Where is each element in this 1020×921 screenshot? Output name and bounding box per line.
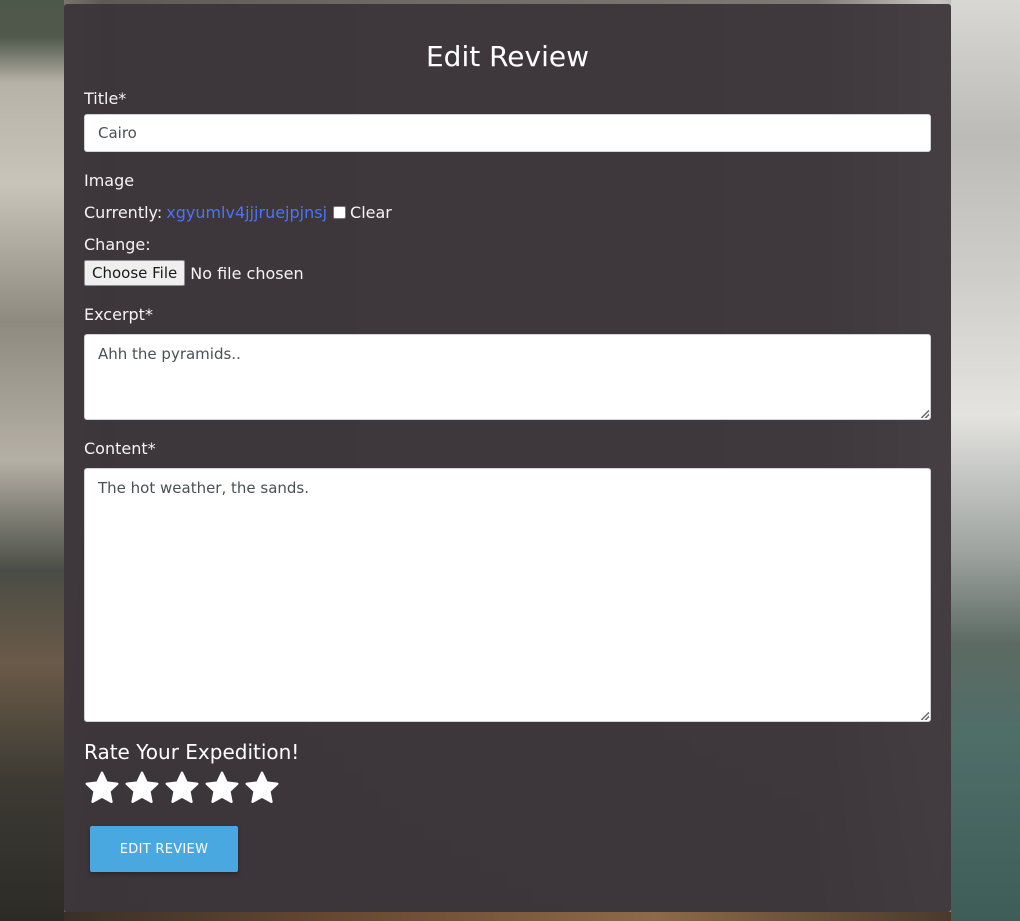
background-mountain-left [0, 0, 64, 921]
clear-checkbox[interactable] [333, 206, 347, 219]
change-label: Change: [84, 235, 151, 254]
currently-label: Currently: [84, 203, 163, 222]
current-image-link[interactable]: xgyumlv4jjjruejpjnsj [166, 203, 327, 222]
background-mountain-right [951, 0, 1020, 921]
page-title: Edit Review [425, 40, 590, 73]
current-image-row: Currently: xgyumlv4jjjruejpjnsj Clear [84, 203, 392, 222]
content-wrapper: The hot weather, the sands. [84, 468, 931, 722]
content-textarea[interactable]: The hot weather, the sands. [84, 468, 931, 722]
title-label: Title* [84, 89, 127, 108]
title-input[interactable] [84, 114, 931, 152]
content-label: Content* [84, 439, 156, 458]
excerpt-resize-handle[interactable] [921, 410, 929, 418]
star-icon[interactable] [84, 770, 120, 806]
star-icon[interactable] [204, 770, 240, 806]
star-icon[interactable] [164, 770, 200, 806]
edit-review-button[interactable]: EDIT REVIEW [90, 826, 238, 872]
background-boats [64, 912, 951, 921]
no-file-text: No file chosen [190, 263, 304, 283]
excerpt-wrapper: Ahh the pyramids.. [84, 334, 931, 420]
star-icon[interactable] [244, 770, 280, 806]
clear-label: Clear [350, 203, 392, 222]
file-input: Choose File No file chosen [84, 260, 304, 286]
star-icon[interactable] [124, 770, 160, 806]
rate-heading: Rate Your Expedition! [84, 740, 300, 764]
image-label: Image [84, 171, 135, 190]
star-rating [84, 770, 280, 806]
content-resize-handle[interactable] [921, 712, 929, 720]
excerpt-label: Excerpt* [84, 305, 153, 324]
excerpt-textarea[interactable]: Ahh the pyramids.. [84, 334, 931, 420]
edit-review-form: Edit Review Title* Image Currently: xgyu… [64, 4, 951, 912]
choose-file-button[interactable]: Choose File [84, 260, 186, 286]
